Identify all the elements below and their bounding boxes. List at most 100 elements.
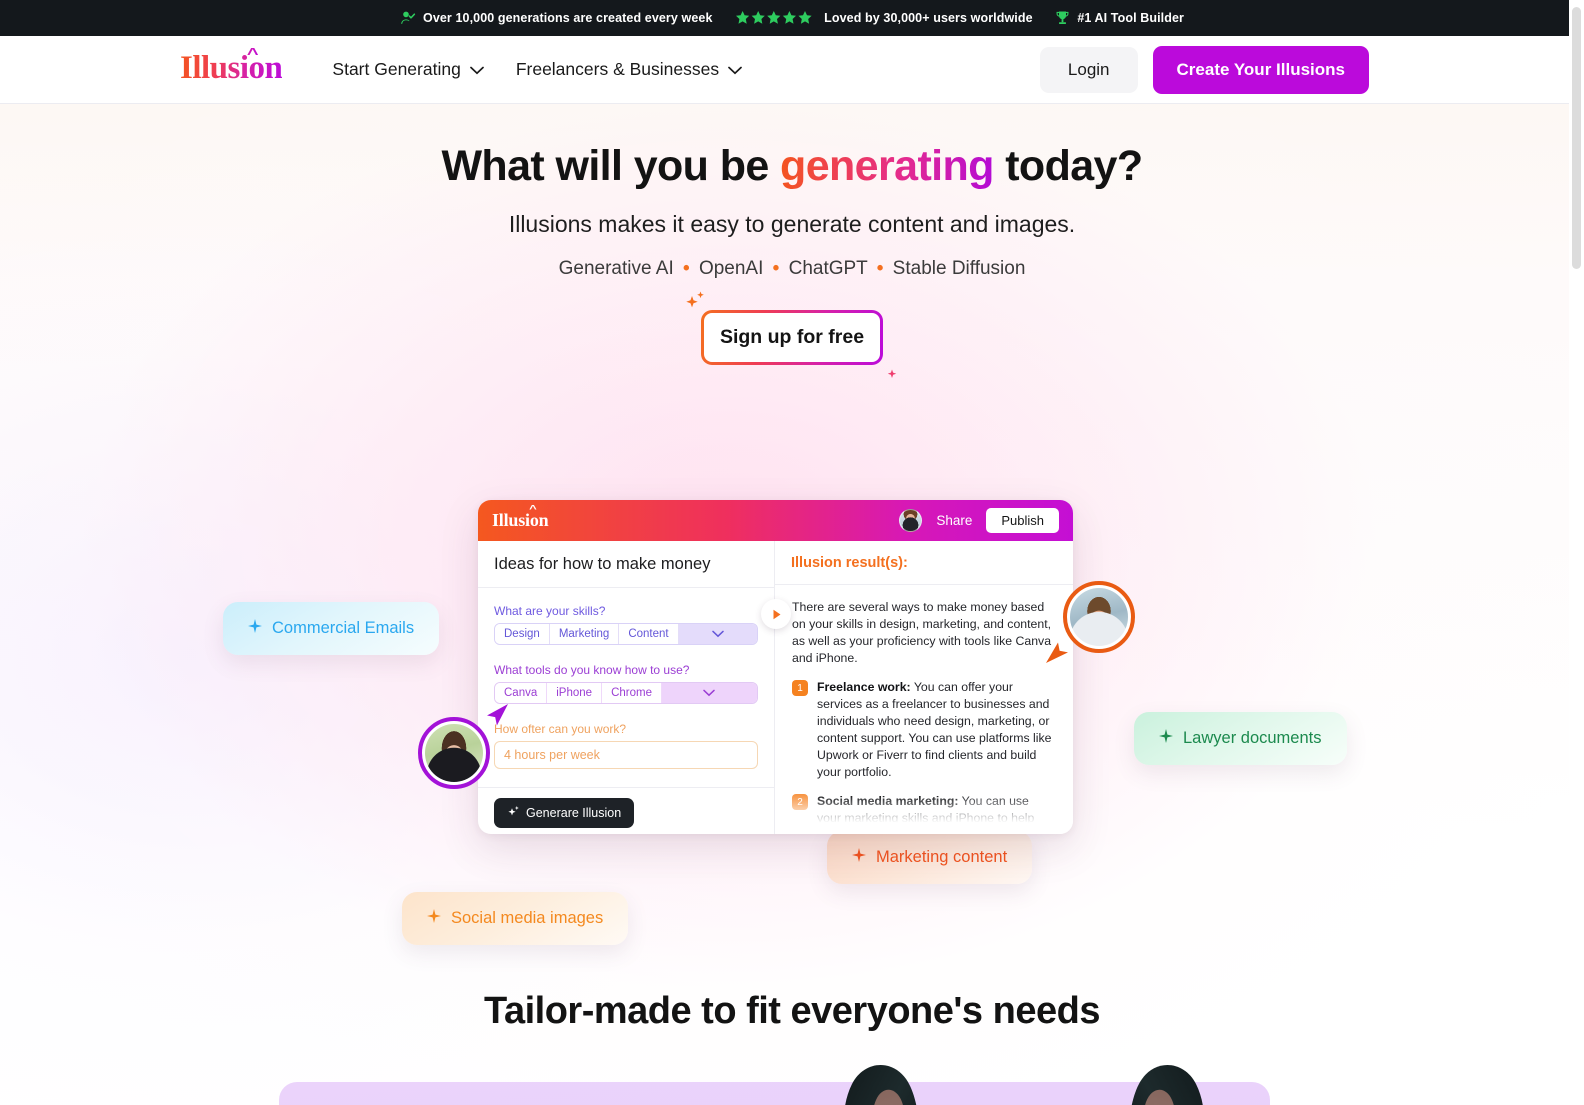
floating-pill-label: Commercial Emails [272,619,415,637]
sparkle-icon [852,848,866,867]
result-item-body: You can offer your services as a freelan… [817,680,1052,779]
user-check-icon [400,10,416,26]
signup-for-free-button[interactable]: Sign up for free [701,310,883,365]
page-root: Over 10,000 generations are created ever… [0,0,1584,1105]
chevron-down-icon[interactable] [661,683,757,703]
tech-tag: Stable Diffusion [892,258,1026,279]
tag-separator: • [683,258,690,279]
hero-tech-tags: Generative AI • OpenAI • ChatGPT • Stabl… [0,258,1584,280]
chip[interactable]: Canva [495,683,548,703]
chip[interactable]: iPhone [547,683,603,703]
tech-tag: OpenAI [698,258,764,279]
chip-group-skills: Design Marketing Content [494,623,758,645]
announcement-item-rating: Loved by 30,000+ users worldwide [735,10,1033,26]
app-brand-logo-text: Illusion [492,510,549,530]
avatar[interactable] [899,509,923,532]
app-titlebar: Illusion ^ Share Publish [478,500,1073,541]
app-left-pane: Ideas for how to make money What are you… [478,541,775,834]
chevron-down-icon[interactable] [678,624,757,644]
avatar [1070,588,1128,646]
prompt-form: What are your skills? Design Marketing C… [478,588,774,787]
result-number-badge: 1 [792,680,808,697]
chip[interactable]: Content [619,624,679,644]
result-item-title: Freelance work: [817,680,911,695]
floating-pill-label: Lawyer documents [1183,729,1322,747]
logo-caret-icon: ^ [246,46,259,63]
brand-logo-text: Illusion [180,50,283,86]
generate-button-label: Generare Illusion [526,806,622,820]
play-icon[interactable] [761,599,791,629]
section-two-heading: Tailor-made to fit everyone's needs [484,990,1100,1032]
field-label: How ofter can you work? [494,722,627,736]
pointer-arrow-icon [478,701,512,740]
brand-logo[interactable]: Illusion ^ [180,47,283,87]
hero-subheading: Illusions makes it easy to generate cont… [508,211,1076,237]
login-button[interactable]: Login [1039,46,1138,93]
chip[interactable]: Marketing [549,624,620,644]
pointer-arrow-icon [1043,632,1077,671]
announcement-item-generations: Over 10,000 generations are created ever… [400,10,713,26]
bunny-ears-photo [790,1062,1260,1105]
sparkle-icon [1159,729,1173,748]
floating-pill-lawyer-documents[interactable]: Lawyer documents [1134,712,1347,765]
result-text: Social media marketing: You can use your… [817,793,1056,834]
result-text: Freelance work: You can offer your servi… [817,679,1056,780]
chevron-down-icon [469,59,484,80]
announcement-text: Over 10,000 generations are created ever… [423,11,713,25]
create-illusions-button[interactable]: Create Your Illusions [1152,45,1369,94]
result-title: Illusion result(s): [775,541,1073,585]
tech-tag: Generative AI [558,258,674,279]
share-button[interactable]: Share [936,513,972,528]
generate-illusion-button[interactable]: Generare Illusion [494,798,635,828]
avatar [425,724,483,782]
sparkle-icon [248,619,262,638]
result-body: There are several ways to make money bas… [775,585,1073,834]
sparkle-icon [427,909,441,928]
prompt-title: Ideas for how to make money [478,541,774,588]
chip[interactable]: Design [495,624,550,644]
chevron-down-icon [728,59,742,80]
app-preview-window: Illusion ^ Share Publish Ideas for how t… [478,500,1073,834]
floating-pill-social-media-images[interactable]: Social media images [402,892,629,945]
field-skills: What are your skills? Design Marketing C… [494,604,758,645]
page-title-before: What will you be [441,142,781,190]
avatar-cursor-male [1046,581,1135,663]
logo-caret-icon: ^ [529,504,537,515]
list-item: 2 Social media marketing: You can use yo… [792,793,1056,834]
nav-item-label: Start Generating [332,59,461,79]
page-title-accent: generating [780,142,994,190]
main-nav: Start Generating Freelancers & Businesse… [332,59,742,80]
header-actions: Login Create Your Illusions [1039,45,1369,94]
generate-row: Generare Illusion [478,787,774,834]
field-tools: What tools do you know how to use? Canva… [494,663,758,704]
floating-pill-marketing-content[interactable]: Marketing content [827,831,1033,884]
hero-section: What will you be generating today? Illus… [0,104,1584,1105]
avatar-cursor-female [418,704,508,789]
announcement-bar: Over 10,000 generations are created ever… [0,0,1584,36]
app-body: Ideas for how to make money What are you… [478,541,1073,834]
scrollbar-thumb[interactable] [1572,7,1581,269]
site-header: Illusion ^ Start Generating Freelancers … [0,36,1584,104]
nav-item-start-generating[interactable]: Start Generating [332,59,484,80]
announcement-text: #1 AI Tool Builder [1077,11,1184,25]
availability-input[interactable] [494,741,758,769]
signup-button-label: Sign up for free [704,313,880,362]
floating-pill-label: Social media images [451,909,604,927]
page-title: What will you be generating today? [0,142,1584,191]
chip[interactable]: Chrome [602,683,662,703]
nav-item-freelancers-businesses[interactable]: Freelancers & Businesses [516,59,742,80]
result-number-badge: 2 [792,794,808,811]
signup-wrapper: Sign up for free [686,291,897,378]
tag-separator: • [772,258,780,279]
announcement-item-rank: #1 AI Tool Builder [1055,10,1184,26]
publish-button[interactable]: Publish [986,508,1059,533]
tag-separator: • [876,258,884,279]
field-label: What are your skills? [494,604,606,618]
floating-pill-commercial-emails[interactable]: Commercial Emails [223,602,440,655]
announcement-text: Loved by 30,000+ users worldwide [824,11,1033,25]
chip-group-tools: Canva iPhone Chrome [494,682,758,704]
field-availability: How ofter can you work? [494,722,758,769]
nav-item-label: Freelancers & Businesses [515,59,720,79]
app-right-pane: Illusion result(s): There are several wa… [775,541,1073,834]
field-label: What tools do you know how to use? [494,663,690,677]
